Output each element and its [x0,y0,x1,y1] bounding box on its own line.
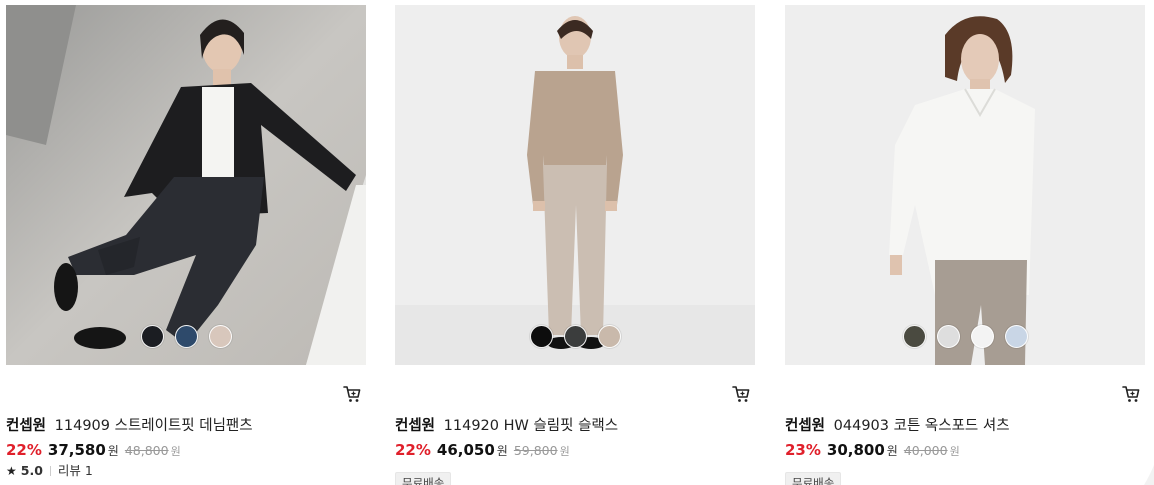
divider [49,466,51,476]
color-swatch[interactable] [970,325,994,348]
product-card[interactable]: 컨셉원 114920 HW 슬림핏 슬랙스 22% 46,050 원 59,80… [395,5,755,485]
brand-name: 컨셉원 [6,418,47,434]
shopping-cart-icon[interactable] [1121,384,1141,404]
free-shipping-badge: 무료배송 [785,472,842,485]
color-swatches [395,325,755,348]
price-row: 22% 37,580 원 48,800 원 [6,440,181,462]
original-price-unit: 원 [559,445,570,458]
product-photo-denim [6,5,366,365]
color-swatch[interactable] [902,325,926,348]
page-edge-decoration [1144,465,1154,485]
product-title[interactable]: 컨셉원 114909 스트레이트핏 데님팬츠 [6,416,253,436]
color-swatch[interactable] [597,325,621,348]
rating-value: 5.0 [20,463,43,478]
product-photo-shirt [785,5,1145,365]
product-name: 044903 코튼 옥스포드 셔츠 [833,418,1010,434]
product-grid: 컨셉원 114909 스트레이트핏 데님팬츠 22% 37,580 원 48,8… [0,0,1154,485]
product-card[interactable]: 컨셉원 044903 코튼 옥스포드 셔츠 23% 30,800 원 40,00… [785,5,1145,485]
brand-name: 컨셉원 [785,418,826,434]
color-swatches [785,325,1145,348]
color-swatch[interactable] [563,325,587,348]
product-image[interactable] [6,5,366,365]
sale-price: 46,050 [436,441,495,459]
shopping-cart-icon[interactable] [342,384,362,404]
product-name: 114920 HW 슬림핏 슬랙스 [443,418,619,434]
product-title[interactable]: 컨셉원 114920 HW 슬림핏 슬랙스 [395,416,618,436]
product-card[interactable]: 컨셉원 114909 스트레이트핏 데님팬츠 22% 37,580 원 48,8… [6,5,366,485]
price-row: 22% 46,050 원 59,800 원 [395,440,570,462]
product-photo-slacks [395,5,755,365]
shopping-cart-icon[interactable] [731,384,751,404]
color-swatch[interactable] [140,325,164,348]
price-row: 23% 30,800 원 40,000 원 [785,440,960,462]
review-summary: ★ 5.0 리뷰 1 [6,462,93,480]
original-price-unit: 원 [949,445,960,458]
product-name: 114909 스트레이트핏 데님팬츠 [54,418,253,434]
discount-rate: 22% [395,441,431,459]
brand-name: 컨셉원 [395,418,436,434]
discount-rate: 23% [785,441,821,459]
original-price: 48,800 [124,443,169,458]
color-swatch[interactable] [936,325,960,348]
product-image[interactable] [785,5,1145,365]
sale-price: 30,800 [826,441,885,459]
original-price: 59,800 [513,443,558,458]
price-unit: 원 [496,444,508,458]
color-swatches [6,325,366,348]
sale-price: 37,580 [47,441,106,459]
price-unit: 원 [886,444,898,458]
discount-rate: 22% [6,441,42,459]
color-swatch[interactable] [208,325,232,348]
product-image[interactable] [395,5,755,365]
product-title[interactable]: 컨셉원 044903 코튼 옥스포드 셔츠 [785,416,1010,436]
star-icon: ★ [6,464,17,478]
color-swatch[interactable] [529,325,553,348]
original-price-unit: 원 [170,445,181,458]
color-swatch[interactable] [174,325,198,348]
free-shipping-badge: 무료배송 [395,472,452,485]
price-unit: 원 [107,444,119,458]
original-price: 40,000 [903,443,948,458]
color-swatch[interactable] [1004,325,1028,348]
review-count: 리뷰 1 [57,463,93,478]
